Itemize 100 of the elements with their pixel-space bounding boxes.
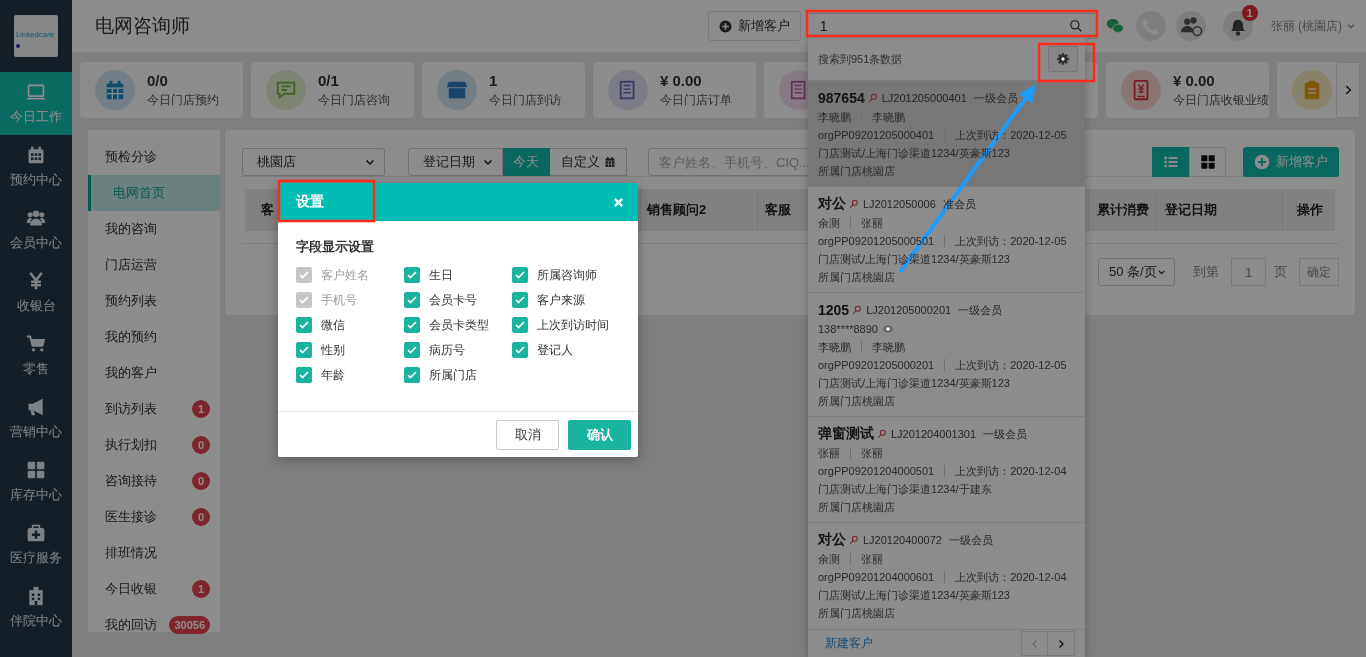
store-select[interactable]: 桃園店 — [242, 148, 385, 176]
nav-item[interactable]: 库存中心 — [0, 450, 72, 513]
customer-name: 弹窗测试 — [818, 425, 874, 443]
staff-name: 李晓鹏 — [818, 339, 851, 355]
checkbox[interactable] — [404, 367, 420, 383]
check-icon — [298, 269, 310, 281]
list-view-icon — [1162, 154, 1179, 170]
scroll-right-button[interactable] — [1336, 62, 1360, 118]
store-name: 所属门店桃園店 — [818, 163, 895, 179]
users-clock-icon[interactable] — [1175, 11, 1206, 41]
settings-icon — [1056, 52, 1070, 66]
bell-icon[interactable] — [1222, 11, 1253, 41]
checkbox[interactable] — [404, 317, 420, 333]
nav-item[interactable]: 预约中心 — [0, 135, 72, 198]
menu-label: 医生接诊 — [105, 508, 157, 526]
member-level: 一级会员 — [958, 302, 1003, 318]
menu-item[interactable]: 预约列表 — [88, 283, 220, 319]
menu-item[interactable]: 执行划扣 0 — [88, 427, 220, 463]
menu-item[interactable]: 今日收银 1 — [88, 571, 220, 607]
menu-label: 我的预约 — [105, 328, 157, 346]
stat-value: 1 — [489, 71, 499, 89]
checkbox[interactable] — [296, 342, 312, 358]
check-icon — [406, 319, 418, 331]
confirm-button[interactable]: 确定 — [1299, 258, 1339, 286]
grid-view-icon — [1199, 154, 1216, 170]
staff-name: 张丽 — [818, 445, 840, 461]
staff-name: 李晓鹏 — [872, 339, 905, 355]
checkbox-label: 性别 — [321, 341, 345, 359]
menu-item[interactable]: 到访列表 1 — [88, 391, 220, 427]
check-icon — [406, 269, 418, 281]
checkbox[interactable] — [512, 342, 528, 358]
menu-item[interactable]: 我的回访 30056 — [88, 607, 220, 643]
result-item[interactable]: 对公 LJ20120400072 一级会员 余测 张丽 orgPP09201204000601 上次到访：2020-12-04 门店测试/上海门诊渠道1234/英豪斯123 所属门店桃園店 — [808, 522, 1085, 628]
add-customer-button[interactable]: 新增客户 — [707, 11, 801, 41]
checkbox[interactable] — [512, 317, 528, 333]
column-header: 客服 — [764, 201, 791, 219]
checkbox-label: 所属门店 — [429, 366, 477, 384]
new-customer-link[interactable]: 新建客户 — [825, 635, 873, 652]
nav-item[interactable]: 医疗服务 — [0, 513, 72, 576]
last-visit: 上次到访：2020-12-05 — [955, 233, 1067, 249]
checkbox[interactable] — [404, 342, 420, 358]
menu-item[interactable]: 医生接诊 0 — [88, 499, 220, 535]
menu-item[interactable]: 排班情况 — [88, 535, 220, 571]
nav-item[interactable]: 零售 — [0, 324, 72, 387]
calendar-icon — [603, 156, 616, 168]
yen-icon — [26, 270, 46, 291]
checkbox-label: 上次到访时间 — [537, 316, 609, 334]
message-icon — [266, 70, 306, 110]
menu-item[interactable]: 门店运营 — [88, 247, 220, 283]
cancel-button[interactable]: 取消 — [496, 419, 559, 450]
store-name: 所属门店桃園店 — [818, 605, 895, 621]
member-level: 一级会员 — [983, 426, 1028, 442]
checkbox[interactable] — [512, 267, 528, 283]
menu-item[interactable]: 我的咨询 — [88, 211, 220, 247]
result-item[interactable]: 弹窗测试 LJ201204001301 一级会员 张丽 张丽 orgPP09201204000501 上次到访：2020-12-04 门店测试/上海门诊渠道1234/于建东 所属门店桃園店 — [808, 416, 1085, 522]
calendar-icon — [26, 144, 46, 165]
date-field-select[interactable]: 登记日期 — [408, 148, 503, 176]
settings-button[interactable] — [1048, 46, 1078, 72]
key-icon — [849, 535, 859, 545]
chat-bubbles-icon[interactable] — [1104, 17, 1125, 35]
menu-item[interactable]: 预检分诊 — [88, 139, 220, 175]
view-toggle[interactable] — [1152, 147, 1189, 177]
nav-item[interactable]: 会员中心 — [0, 198, 72, 261]
menu-item[interactable]: 咨询接待 0 — [88, 463, 220, 499]
checkbox[interactable] — [404, 292, 420, 308]
checkbox[interactable] — [296, 317, 312, 333]
page-size-select[interactable]: 50 条/页 — [1098, 258, 1175, 286]
page-input[interactable]: 1 — [1231, 258, 1266, 286]
customer-name: 对公 — [818, 531, 846, 549]
checkbox[interactable] — [296, 367, 312, 383]
stat-value: ¥ 0.00 — [660, 71, 703, 89]
menu-label: 咨询接待 — [105, 472, 157, 490]
checkbox[interactable] — [512, 292, 528, 308]
store-name: 所属门店桃園店 — [818, 393, 895, 409]
check-icon — [514, 319, 526, 331]
close-icon[interactable] — [613, 196, 624, 208]
eye-icon — [881, 323, 894, 335]
member-level: 一级会员 — [948, 532, 993, 548]
count-badge: 0 — [192, 508, 210, 526]
nav-item[interactable]: 收银台 — [0, 261, 72, 324]
cart-icon — [26, 333, 46, 354]
nav-item[interactable]: 营销中心 — [0, 387, 72, 450]
menu-item[interactable]: 我的客户 — [88, 355, 220, 391]
result-item[interactable]: 1205 LJ201205000201 一级会员 138****8890 李晓鹏 李晓鹏 orgPP09201205000201 上次到访：2020-12-05 门店测试/上海门诊渠道1234/英豪斯123 所属门店桃園店 — [808, 292, 1085, 416]
customer-name: 对公 — [818, 195, 846, 213]
check-icon — [406, 344, 418, 356]
date-range-tab[interactable]: 自定义 — [550, 148, 627, 176]
check-icon — [406, 294, 418, 306]
menu-item[interactable]: 我的预约 — [88, 319, 220, 355]
next-page-button[interactable] — [1048, 631, 1075, 656]
nav-item[interactable]: 伴院中心 — [0, 576, 72, 639]
last-visit: 上次到访：2020-12-04 — [955, 569, 1067, 585]
staff-name: 张丽 — [861, 445, 883, 461]
user-name[interactable]: 张丽 (桃園店) — [1270, 17, 1342, 35]
menu-label: 执行划扣 — [105, 436, 157, 454]
count-badge: 1 — [192, 400, 210, 418]
stat-label: 今日门店咨询 — [318, 91, 390, 109]
checkbox-label: 会员卡号 — [429, 291, 477, 309]
last-visit: 上次到访：2020-12-05 — [955, 357, 1067, 373]
checkbox[interactable] — [404, 267, 420, 283]
